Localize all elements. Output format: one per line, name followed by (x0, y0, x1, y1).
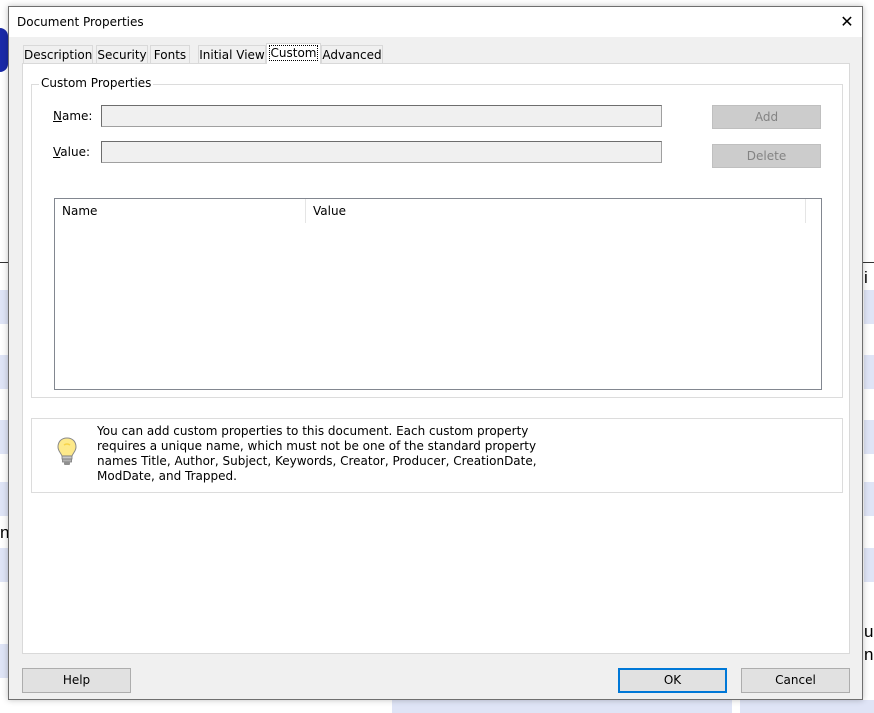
background-stripe (864, 290, 874, 324)
background-stripe (864, 355, 874, 389)
tab-description[interactable]: Description (23, 45, 93, 64)
tab-advanced[interactable]: Advanced (321, 45, 383, 64)
column-header-name[interactable]: Name (55, 199, 305, 223)
tab-fonts[interactable]: Fonts (150, 45, 190, 64)
tab-security[interactable]: Security (96, 45, 148, 64)
value-label: Value: (53, 145, 90, 159)
tab-label: Advanced (322, 48, 382, 62)
background-stripe (0, 644, 8, 678)
background-logo (0, 28, 8, 72)
background-stripe (740, 700, 874, 713)
background-stripe (0, 548, 8, 582)
background-text: na (864, 645, 874, 664)
background-stripe (0, 482, 8, 516)
add-button[interactable]: Add (712, 105, 821, 129)
column-header-value[interactable]: Value (306, 199, 805, 223)
name-label-accelerator: N (53, 109, 62, 123)
dialog-title: Document Properties (17, 15, 144, 29)
background-stripe (864, 420, 874, 454)
background-text: i (864, 268, 868, 287)
cancel-button[interactable]: Cancel (741, 668, 850, 693)
tab-label: Description (24, 48, 93, 62)
close-icon: ✕ (840, 12, 854, 31)
ok-button[interactable]: OK (618, 668, 727, 693)
close-button[interactable]: ✕ (832, 7, 862, 37)
background-stripe (0, 355, 8, 389)
title-bar[interactable]: Document Properties ✕ (9, 7, 862, 37)
document-properties-dialog: Document Properties ✕ Description Securi… (8, 6, 863, 700)
custom-tab-page: Custom Properties Name: Value: Add Delet… (22, 63, 850, 654)
help-button[interactable]: Help (22, 668, 131, 693)
name-label: Name: (53, 109, 92, 123)
tab-custom[interactable]: Custom (266, 43, 321, 64)
custom-properties-list[interactable]: Name Value (54, 198, 822, 390)
tab-label: Fonts (153, 48, 187, 62)
info-text: You can add custom properties to this do… (97, 424, 537, 483)
background-stripe (0, 420, 8, 454)
tab-label: Custom (268, 45, 319, 61)
info-panel: You can add custom properties to this do… (31, 418, 843, 493)
background-stripe (864, 548, 874, 582)
custom-properties-group: Custom Properties Name: Value: Add Delet… (31, 76, 843, 398)
delete-button[interactable]: Delete (712, 144, 821, 168)
value-label-text: alue: (60, 145, 90, 159)
column-separator[interactable] (805, 199, 806, 223)
background-stripe (864, 482, 874, 516)
group-label: Custom Properties (39, 76, 154, 90)
background-stripe (0, 290, 8, 324)
name-label-text: ame: (61, 109, 93, 123)
background-text: uk (864, 622, 874, 641)
lightbulb-icon (57, 437, 77, 465)
value-input[interactable] (101, 141, 662, 163)
tab-label: Security (97, 48, 147, 62)
name-input[interactable] (101, 105, 662, 127)
tab-label: Initial View (199, 48, 265, 62)
tab-initial-view[interactable]: Initial View (198, 45, 266, 64)
background-stripe (392, 700, 732, 713)
